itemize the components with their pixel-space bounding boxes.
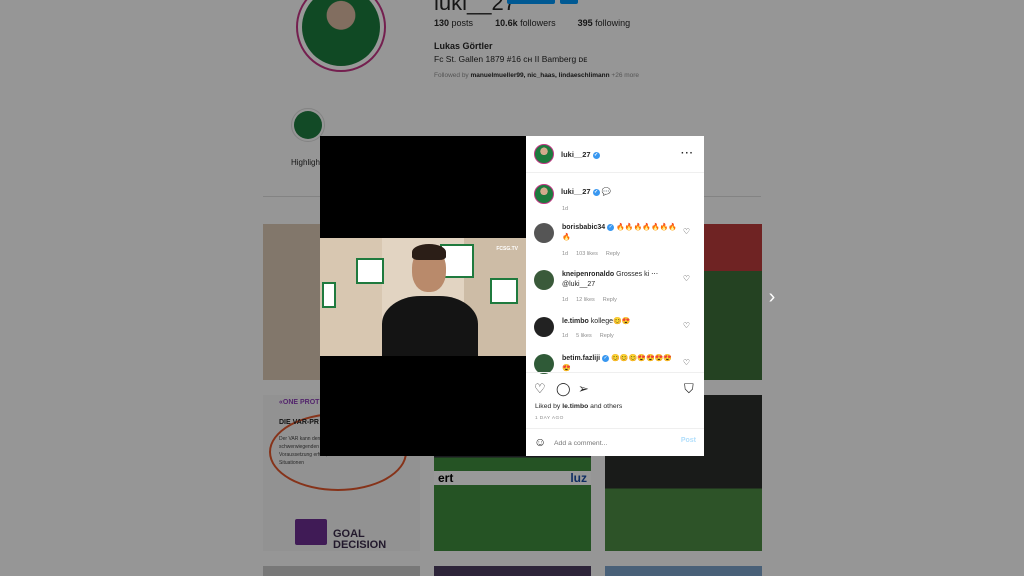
post-header: luki__27 ✓ ··· [526, 136, 704, 173]
comment-text: betim.fazliji ✓ 😊😊😊😍😍😍😍😍 [562, 354, 673, 372]
more-icon[interactable]: ··· [681, 148, 694, 159]
add-comment-bar: ☺ Post [526, 428, 704, 456]
avatar[interactable] [534, 223, 554, 243]
chevron-right-icon[interactable]: › [764, 287, 780, 307]
heart-icon[interactable]: ♡ [534, 382, 546, 396]
avatar[interactable] [534, 144, 554, 164]
comment-meta: 1d 12 likes Reply [562, 297, 617, 303]
comment: borisbabic34 ✓ 🔥🔥🔥🔥🔥🔥🔥🔥 1d 103 likes Reply … [534, 223, 700, 265]
emoji-icon[interactable]: ☺ [534, 435, 546, 449]
person [382, 296, 478, 356]
video-tag: FCSG.TV [496, 246, 518, 252]
heart-icon[interactable]: ♡ [683, 274, 690, 283]
heart-icon[interactable]: ♡ [683, 227, 690, 236]
verified-icon: ✓ [602, 354, 610, 362]
verified-icon: ✓ [592, 188, 600, 196]
comment-text: borisbabic34 ✓ 🔥🔥🔥🔥🔥🔥🔥🔥 [562, 223, 678, 241]
post-author[interactable]: luki__27 ✓ [561, 150, 600, 159]
avatar[interactable] [534, 184, 554, 204]
comment-text: kneipenronaldo Grosses ki ⋯ @luki__27 [562, 271, 659, 288]
post-modal: FCSG.TV luki__27 ✓ ··· luki__27 ✓ 💬 1d bor… [320, 136, 704, 456]
share-icon[interactable]: ➢ [578, 382, 589, 396]
comment-icon[interactable]: ◯ [556, 382, 571, 396]
post-media[interactable]: FCSG.TV [320, 136, 526, 456]
wall-frame [490, 278, 518, 304]
posted-time: 1 DAY AGO [535, 416, 564, 421]
avatar[interactable] [534, 354, 554, 374]
video-player[interactable]: FCSG.TV [320, 238, 526, 356]
comment-meta: 1d 103 likes Reply [562, 251, 620, 257]
comment: le.timbo kollege😊😍 1d 5 likes Reply ♡ [534, 317, 700, 347]
comment-meta: 1d 5 likes Reply [562, 333, 614, 339]
speech-bubble-icon: 💬 [601, 187, 612, 196]
comment: betim.fazliji ✓ 😊😊😊😍😍😍😍😍 ♡ [534, 354, 700, 374]
heart-icon[interactable]: ♡ [683, 358, 690, 367]
caption-author[interactable]: luki__27 ✓ 💬 [561, 187, 611, 196]
avatar[interactable] [534, 270, 554, 290]
heart-icon[interactable]: ♡ [683, 321, 690, 330]
comment: kneipenronaldo Grosses ki ⋯ @luki__27 1d… [534, 270, 700, 312]
caption-time: 1d [562, 206, 569, 212]
comment-input[interactable] [554, 436, 666, 450]
verified-icon: ✓ [607, 223, 615, 231]
wall-frame [322, 282, 336, 308]
avatar[interactable] [534, 317, 554, 337]
liked-by[interactable]: Liked by le.timbo and others [535, 403, 622, 410]
comment-text: le.timbo kollege😊😍 [562, 318, 631, 325]
post-side-panel: luki__27 ✓ ··· luki__27 ✓ 💬 1d borisbabic3… [526, 136, 704, 456]
post-comment-button[interactable]: Post [681, 437, 696, 444]
person-hair [412, 244, 446, 260]
wall-frame [356, 258, 384, 284]
verified-icon: ✓ [592, 151, 600, 159]
bookmark-icon[interactable]: ⛉ [684, 382, 694, 396]
